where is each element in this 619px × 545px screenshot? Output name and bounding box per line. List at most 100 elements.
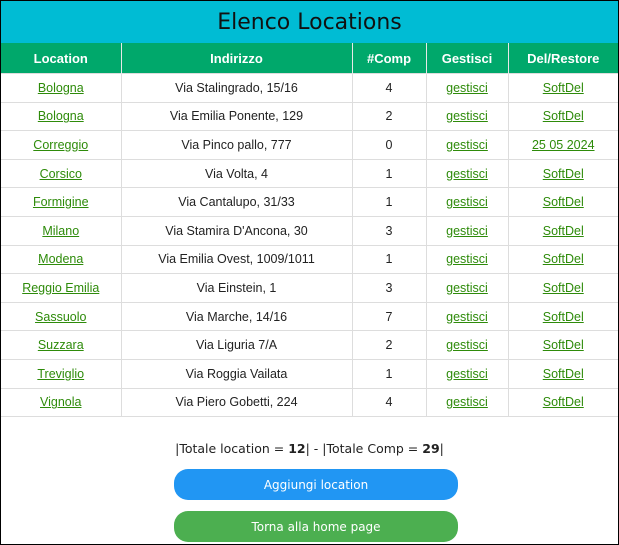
del-restore-link[interactable]: SoftDel (543, 395, 584, 409)
location-link[interactable]: Suzzara (38, 338, 84, 352)
location-link[interactable]: Vignola (40, 395, 81, 409)
address-cell: Via Volta, 4 (120, 158, 352, 188)
del-restore-cell: 25 05 2024 (507, 130, 618, 160)
location-cell: Corsico (1, 158, 121, 188)
manage-link[interactable]: gestisci (446, 310, 488, 324)
del-restore-cell: SoftDel (507, 273, 618, 303)
title-bar: Elenco Locations (1, 1, 618, 43)
table-row: Bologna Via Emilia Ponente, 129 2 gestisci S… (1, 101, 618, 131)
column-header-manage: Gestisci (425, 43, 508, 74)
comp-count-cell: 4 (351, 387, 426, 418)
comp-count-cell: 1 (351, 158, 426, 188)
manage-link[interactable]: gestisci (446, 338, 488, 352)
location-link[interactable]: Formigine (33, 195, 89, 209)
comp-count-cell: 0 (351, 130, 426, 160)
column-header-location: Location (1, 43, 121, 74)
manage-link[interactable]: gestisci (446, 252, 488, 266)
manage-link[interactable]: gestisci (446, 224, 488, 238)
comp-count-cell: 1 (351, 358, 426, 389)
manage-cell: gestisci (425, 73, 508, 103)
manage-link[interactable]: gestisci (446, 167, 488, 181)
totals-suffix: | (439, 441, 444, 457)
address-cell: Via Emilia Ovest, 1009/1011 (120, 244, 352, 274)
manage-cell: gestisci (425, 130, 508, 160)
del-restore-cell: SoftDel (507, 301, 618, 331)
address-cell: Via Roggia Vailata (120, 358, 352, 389)
comp-count-cell: 3 (351, 273, 426, 303)
del-restore-link[interactable]: SoftDel (543, 338, 584, 352)
address-cell: Via Liguria 7/A (120, 330, 352, 360)
comp-count-cell: 1 (351, 187, 426, 217)
location-cell: Reggio Emilia (1, 273, 121, 303)
location-link[interactable]: Bologna (38, 81, 84, 95)
location-link[interactable]: Correggio (33, 138, 88, 152)
del-restore-link[interactable]: SoftDel (543, 252, 584, 266)
address-cell: Via Stalingrado, 15/16 (120, 73, 352, 103)
comp-count-cell: 4 (351, 73, 426, 103)
del-restore-cell: SoftDel (507, 101, 618, 131)
table-row: Suzzara Via Liguria 7/A 2 gestisci SoftDel (1, 330, 618, 360)
manage-link[interactable]: gestisci (446, 395, 488, 409)
location-cell: Formigine (1, 187, 121, 217)
address-cell: Via Piero Gobetti, 224 (120, 387, 352, 418)
del-restore-cell: SoftDel (507, 387, 618, 418)
locations-panel: Elenco Locations Location Indirizzo #Com… (0, 0, 619, 545)
page-title: Elenco Locations (217, 9, 402, 35)
address-cell: Via Marche, 14/16 (120, 301, 352, 331)
table-row: Vignola Via Piero Gobetti, 224 4 gestisci So… (1, 387, 618, 418)
add-location-button[interactable]: Aggiungi location (174, 469, 458, 501)
table-row: Formigine Via Cantalupo, 31/33 1 gestisci So… (1, 187, 618, 217)
address-cell: Via Einstein, 1 (120, 273, 352, 303)
location-cell: Correggio (1, 130, 121, 160)
location-link[interactable]: Sassuolo (35, 310, 86, 324)
location-cell: Treviglio (1, 358, 121, 389)
location-cell: Bologna (1, 101, 121, 131)
del-restore-cell: SoftDel (507, 73, 618, 103)
manage-cell: gestisci (425, 387, 508, 418)
del-restore-link[interactable]: SoftDel (543, 167, 584, 181)
comp-count-cell: 2 (351, 330, 426, 360)
del-restore-cell: SoftDel (507, 244, 618, 274)
manage-cell: gestisci (425, 101, 508, 131)
manage-link[interactable]: gestisci (446, 195, 488, 209)
del-restore-link[interactable]: 25 05 2024 (532, 138, 595, 152)
comp-count-cell: 2 (351, 101, 426, 131)
location-link[interactable]: Modena (38, 252, 83, 266)
location-link[interactable]: Reggio Emilia (22, 281, 99, 295)
del-restore-link[interactable]: SoftDel (543, 224, 584, 238)
table-header: Location Indirizzo #Comp Gestisci Del/Re… (1, 43, 618, 74)
location-link[interactable]: Bologna (38, 109, 84, 123)
del-restore-cell: SoftDel (507, 330, 618, 360)
manage-link[interactable]: gestisci (446, 81, 488, 95)
del-restore-link[interactable]: SoftDel (543, 310, 584, 324)
comp-count-cell: 3 (351, 215, 426, 246)
manage-link[interactable]: gestisci (446, 109, 488, 123)
del-restore-link[interactable]: SoftDel (543, 109, 584, 123)
manage-cell: gestisci (425, 301, 508, 331)
home-button[interactable]: Torna alla home page (174, 511, 458, 543)
manage-link[interactable]: gestisci (446, 281, 488, 295)
manage-link[interactable]: gestisci (446, 138, 488, 152)
totals-prefix: |Totale location = (175, 441, 289, 457)
location-cell: Bologna (1, 73, 121, 103)
totals-line: |Totale location = 12| - |Totale Comp = … (1, 441, 618, 456)
del-restore-link[interactable]: SoftDel (543, 367, 584, 381)
manage-link[interactable]: gestisci (446, 367, 488, 381)
table-row: Correggio Via Pinco pallo, 777 0 gestisci 25… (1, 130, 618, 160)
del-restore-cell: SoftDel (507, 358, 618, 389)
locations-table: Location Indirizzo #Comp Gestisci Del/Re… (1, 43, 618, 418)
table-row: Sassuolo Via Marche, 14/16 7 gestisci SoftDe… (1, 301, 618, 331)
del-restore-link[interactable]: SoftDel (543, 195, 584, 209)
column-header-del-restore: Del/Restore (507, 43, 618, 74)
location-link[interactable]: Treviglio (37, 367, 84, 381)
manage-cell: gestisci (425, 330, 508, 360)
location-link[interactable]: Milano (42, 224, 79, 238)
del-restore-link[interactable]: SoftDel (543, 81, 584, 95)
location-link[interactable]: Corsico (40, 167, 82, 181)
header-row: Location Indirizzo #Comp Gestisci Del/Re… (1, 43, 618, 74)
manage-cell: gestisci (425, 187, 508, 217)
table-row: Milano Via Stamira D'Ancona, 30 3 gestisci S… (1, 215, 618, 246)
manage-cell: gestisci (425, 358, 508, 389)
del-restore-link[interactable]: SoftDel (543, 281, 584, 295)
address-cell: Via Emilia Ponente, 129 (120, 101, 352, 131)
